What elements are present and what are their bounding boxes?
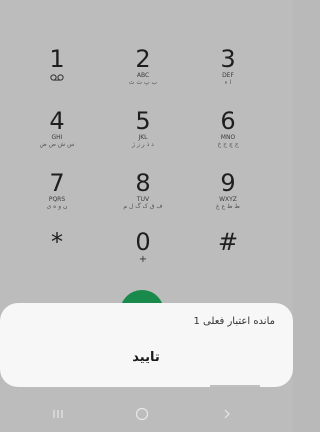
key-digit: * (51, 228, 63, 256)
key-4[interactable]: 4 GHI س ش ص ض (9, 108, 105, 168)
back-icon (224, 409, 230, 419)
recent-apps-icon (53, 410, 63, 418)
key-letters: WXYZ (219, 196, 237, 203)
key-digit: 9 (220, 169, 236, 197)
key-2[interactable]: 2 ABC ب پ ت ث (95, 46, 191, 106)
key-digit: 3 (220, 45, 236, 73)
key-star[interactable]: * (9, 229, 105, 289)
voicemail-icon (50, 74, 64, 81)
key-9[interactable]: 9 WXYZ ط ظ ع غ (180, 170, 276, 230)
key-0[interactable]: 0 + (95, 229, 191, 289)
key-persian-letters: ط ظ ع غ (216, 203, 240, 210)
key-3[interactable]: 3 DEF ا ء (180, 46, 276, 106)
home-button[interactable] (127, 404, 157, 424)
back-button[interactable] (212, 404, 242, 424)
key-letters: ABC (136, 72, 150, 79)
key-persian-letters: ا ء (224, 79, 232, 86)
key-hash[interactable]: # (180, 229, 276, 289)
key-persian-letters: ف ق ک گ ل م (123, 203, 163, 210)
key-persian-letters: س ش ص ض (39, 141, 75, 148)
navigation-bar (0, 396, 293, 432)
key-1[interactable]: 1 (9, 46, 105, 106)
key-digit: 4 (49, 107, 65, 135)
key-digit: 8 (135, 169, 151, 197)
key-digit: 1 (49, 45, 65, 73)
confirm-button[interactable]: تایید (96, 343, 196, 373)
divider (210, 385, 260, 387)
key-7[interactable]: 7 PQRS ن و ه ی (9, 170, 105, 230)
dialog-message: مانده اعتبار فعلی 1 (193, 316, 276, 327)
key-persian-letters: ب پ ت ث (128, 79, 158, 86)
key-letters: JKL (138, 134, 148, 141)
key-plus: + (138, 254, 148, 265)
recent-apps-button[interactable] (43, 404, 73, 424)
home-icon (135, 407, 149, 421)
key-persian-letters: ن و ه ی (46, 203, 68, 210)
key-digit: 7 (49, 169, 65, 197)
key-digit: 5 (135, 107, 151, 135)
key-8[interactable]: 8 TUV ف ق ک گ ل م (95, 170, 191, 230)
balance-dialog: مانده اعتبار فعلی 1 تایید (0, 303, 293, 387)
key-letters: TUV (136, 196, 150, 203)
key-letters: PQRS (48, 196, 66, 203)
key-digit: 2 (135, 45, 151, 73)
key-persian-letters: د ذ ر ز ژ (132, 141, 154, 148)
key-digit: 6 (220, 107, 236, 135)
key-5[interactable]: 5 JKL د ذ ر ز ژ (95, 108, 191, 168)
key-digit: # (217, 228, 239, 256)
key-letters: MNO (220, 134, 236, 141)
key-6[interactable]: 6 MNO ج چ ح خ (180, 108, 276, 168)
key-letters: GHI (51, 134, 63, 141)
key-digit: 0 (135, 228, 151, 256)
key-persian-letters: ج چ ح خ (217, 141, 239, 148)
key-letters: DEF (222, 72, 234, 79)
